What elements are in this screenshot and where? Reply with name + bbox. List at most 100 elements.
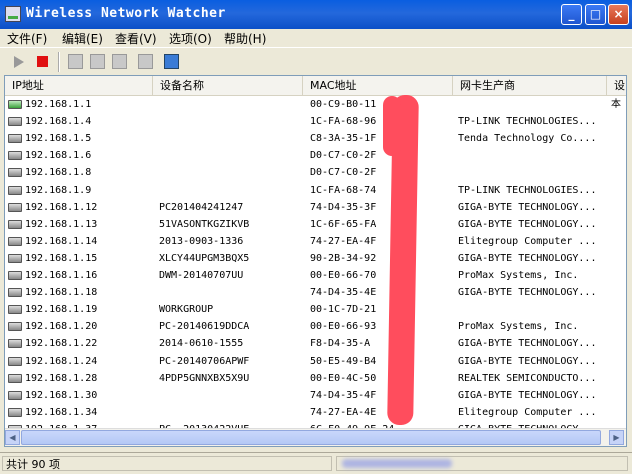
cell-mac: 1C-FA-68-74 bbox=[310, 184, 377, 196]
table-row[interactable]: 192.168.1.34 74-27-EA-4E Elitegroup Comput… bbox=[5, 404, 626, 421]
cell-ip: 192.168.1.34 bbox=[25, 406, 98, 418]
table-row[interactable]: 192.168.1.12 PC201404241247 74-D4-35-3F GIG… bbox=[5, 199, 626, 216]
column-header-ip[interactable]: IP地址 bbox=[5, 76, 153, 95]
cell-ip: 192.168.1.14 bbox=[25, 235, 98, 247]
cell-ip: 192.168.1.30 bbox=[25, 389, 98, 401]
close-button[interactable]: × bbox=[608, 4, 629, 25]
cell-name: PC-20140619DDCA bbox=[159, 321, 250, 333]
cell-ip: 192.168.1.12 bbox=[25, 201, 98, 213]
cell-mac: 00-E0-66-70 bbox=[310, 270, 377, 281]
cell-mac: C8-3A-35-1F bbox=[310, 133, 377, 145]
window-title: Wireless Network Watcher bbox=[26, 6, 226, 21]
cell-ip: 192.168.1.22 bbox=[25, 338, 98, 350]
table-row[interactable]: 192.168.1.15 XLCY44UPGM3BQX5 90-2B-34-92 GI… bbox=[5, 250, 626, 267]
computer-icon bbox=[8, 373, 22, 383]
column-header-vendor[interactable]: 网卡生产商 bbox=[453, 76, 607, 95]
router-icon bbox=[8, 100, 22, 109]
cell-vendor: GIGA-BYTE TECHNOLOGY... bbox=[458, 218, 597, 230]
cell-name: PC201404241247 bbox=[159, 201, 244, 213]
cell-ip: 192.168.1.24 bbox=[25, 355, 98, 367]
scroll-right-arrow-icon[interactable]: ▶ bbox=[609, 430, 624, 445]
copy-icon[interactable] bbox=[90, 54, 105, 69]
cell-ip: 192.168.1.20 bbox=[25, 321, 98, 333]
menu-help[interactable]: 帮助(H) bbox=[224, 30, 266, 47]
device-list[interactable]: IP地址 设备名称 MAC地址 网卡生产商 设 192.168.1.1 00-C9… bbox=[4, 75, 627, 447]
cell-vendor: Elitegroup Computer ... bbox=[458, 235, 597, 247]
cell-vendor: GIGA-BYTE TECHNOLOGY... bbox=[458, 338, 597, 350]
table-row[interactable]: 192.168.1.19 WORKGROUP 00-1C-7D-21 bbox=[5, 301, 626, 318]
start-icon[interactable] bbox=[14, 56, 24, 68]
cell-ip: 192.168.1.4 bbox=[25, 116, 92, 128]
cell-ip: 192.168.1.16 bbox=[25, 270, 98, 281]
cell-ip: 192.168.1.13 bbox=[25, 218, 98, 230]
cell-mac: 74-27-EA-4F bbox=[310, 235, 377, 247]
computer-icon bbox=[8, 117, 22, 127]
table-row[interactable]: 192.168.1.20 PC-20140619DDCA 00-E0-66-93 Pr… bbox=[5, 318, 626, 335]
maximize-button[interactable]: □ bbox=[585, 4, 606, 25]
cell-vendor: TP-LINK TECHNOLOGIES... bbox=[458, 184, 597, 196]
cell-mac: 00-1C-7D-21 bbox=[310, 304, 377, 316]
cell-ip: 192.168.1.6 bbox=[25, 150, 92, 162]
table-row[interactable]: 192.168.1.30 74-D4-35-4F GIGA-BYTE TECHNOL… bbox=[5, 387, 626, 404]
table-row[interactable]: 192.168.1.4 1C-FA-68-96 TP-LINK TECHNOLOGI… bbox=[5, 113, 626, 130]
table-row[interactable]: 192.168.1.16 DWM-20140707UU 00-E0-66-70 Pro… bbox=[5, 267, 626, 284]
scroll-left-arrow-icon[interactable]: ◀ bbox=[5, 430, 20, 445]
cell-ip: 192.168.1.28 bbox=[25, 372, 98, 384]
cell-mac: 90-2B-34-92 bbox=[310, 252, 377, 264]
cell-name: XLCY44UPGM3BQX5 bbox=[159, 252, 250, 264]
table-row[interactable]: 192.168.1.14 2013-0903-1336 74-27-EA-4F Eli… bbox=[5, 233, 626, 250]
cell-mac: 00-C9-B0-11 bbox=[310, 99, 377, 110]
table-row[interactable]: 192.168.1.18 74-D4-35-4E GIGA-BYTE TECHNOL… bbox=[5, 284, 626, 301]
column-headers: IP地址 设备名称 MAC地址 网卡生产商 设 bbox=[5, 76, 626, 96]
redaction-mark bbox=[383, 96, 401, 156]
table-row[interactable]: 192.168.1.9 1C-FA-68-74 TP-LINK TECHNOLOGI… bbox=[5, 182, 626, 199]
blurred-link-text bbox=[342, 459, 452, 468]
cell-name: 51VASONTKGZIKVB bbox=[159, 218, 250, 230]
column-header-extra[interactable]: 设 bbox=[607, 76, 626, 95]
table-row[interactable]: 192.168.1.5 C8-3A-35-1F Tenda Technology C… bbox=[5, 130, 626, 147]
menu-edit[interactable]: 编辑(E) bbox=[62, 30, 103, 47]
cell-name: 2013-0903-1336 bbox=[159, 235, 244, 247]
table-row[interactable]: 192.168.1.24 PC-20140706APWF 50-E5-49-B4 GI… bbox=[5, 353, 626, 370]
table-row[interactable]: 192.168.1.1 00-C9-B0-11 本 bbox=[5, 96, 626, 113]
cell-mac: 1C-6F-65-FA bbox=[310, 218, 377, 230]
menu-view[interactable]: 查看(V) bbox=[115, 30, 157, 47]
cell-vendor: ProMax Systems, Inc. bbox=[458, 321, 579, 333]
cell-vendor: Tenda Technology Co.... bbox=[458, 133, 597, 145]
status-bar: 共计 90 项 bbox=[0, 452, 632, 474]
cell-ip: 192.168.1.15 bbox=[25, 252, 98, 264]
computer-icon bbox=[8, 185, 22, 195]
table-row[interactable]: 192.168.1.13 51VASONTKGZIKVB 1C-6F-65-FA GI… bbox=[5, 216, 626, 233]
exit-icon[interactable] bbox=[164, 54, 179, 69]
refresh-icon[interactable] bbox=[138, 54, 153, 69]
computer-icon bbox=[8, 322, 22, 332]
toolbar bbox=[0, 47, 632, 75]
horizontal-scrollbar[interactable]: ◀ ▶ bbox=[5, 428, 626, 446]
cell-vendor: Elitegroup Computer ... bbox=[458, 406, 597, 418]
properties-icon[interactable] bbox=[112, 54, 127, 69]
cell-extra: 本 bbox=[611, 99, 621, 110]
menu-options[interactable]: 选项(O) bbox=[169, 30, 212, 47]
column-header-name[interactable]: 设备名称 bbox=[153, 76, 303, 95]
computer-icon bbox=[8, 356, 22, 366]
title-bar: Wireless Network Watcher _ □ × bbox=[0, 0, 632, 29]
stop-icon[interactable] bbox=[37, 56, 48, 67]
table-row[interactable]: 192.168.1.8 D0-C7-C0-2F bbox=[5, 164, 626, 181]
menu-file[interactable]: 文件(F) bbox=[7, 30, 47, 47]
table-row[interactable]: 192.168.1.22 2014-0610-1555 F8-D4-35-A GIGA… bbox=[5, 335, 626, 352]
table-row[interactable]: 192.168.1.6 D0-C7-C0-2F bbox=[5, 147, 626, 164]
cell-ip: 192.168.1.1 bbox=[25, 99, 92, 110]
cell-mac: 74-27-EA-4E bbox=[310, 406, 377, 418]
save-icon[interactable] bbox=[68, 54, 83, 69]
computer-icon bbox=[8, 236, 22, 246]
computer-icon bbox=[8, 339, 22, 349]
cell-mac: 00-E0-4C-50 bbox=[310, 372, 377, 384]
cell-vendor: REALTEK SEMICONDUCTO... bbox=[458, 372, 597, 384]
column-header-mac[interactable]: MAC地址 bbox=[303, 76, 453, 95]
computer-icon bbox=[8, 134, 22, 144]
computer-icon bbox=[8, 390, 22, 400]
minimize-button[interactable]: _ bbox=[561, 4, 582, 25]
scrollbar-thumb[interactable] bbox=[21, 430, 601, 445]
table-row[interactable]: 192.168.1.28 4PDP5GNNXBX5X9U 00-E0-4C-50 RE… bbox=[5, 370, 626, 387]
cell-vendor: TP-LINK TECHNOLOGIES... bbox=[458, 116, 597, 128]
